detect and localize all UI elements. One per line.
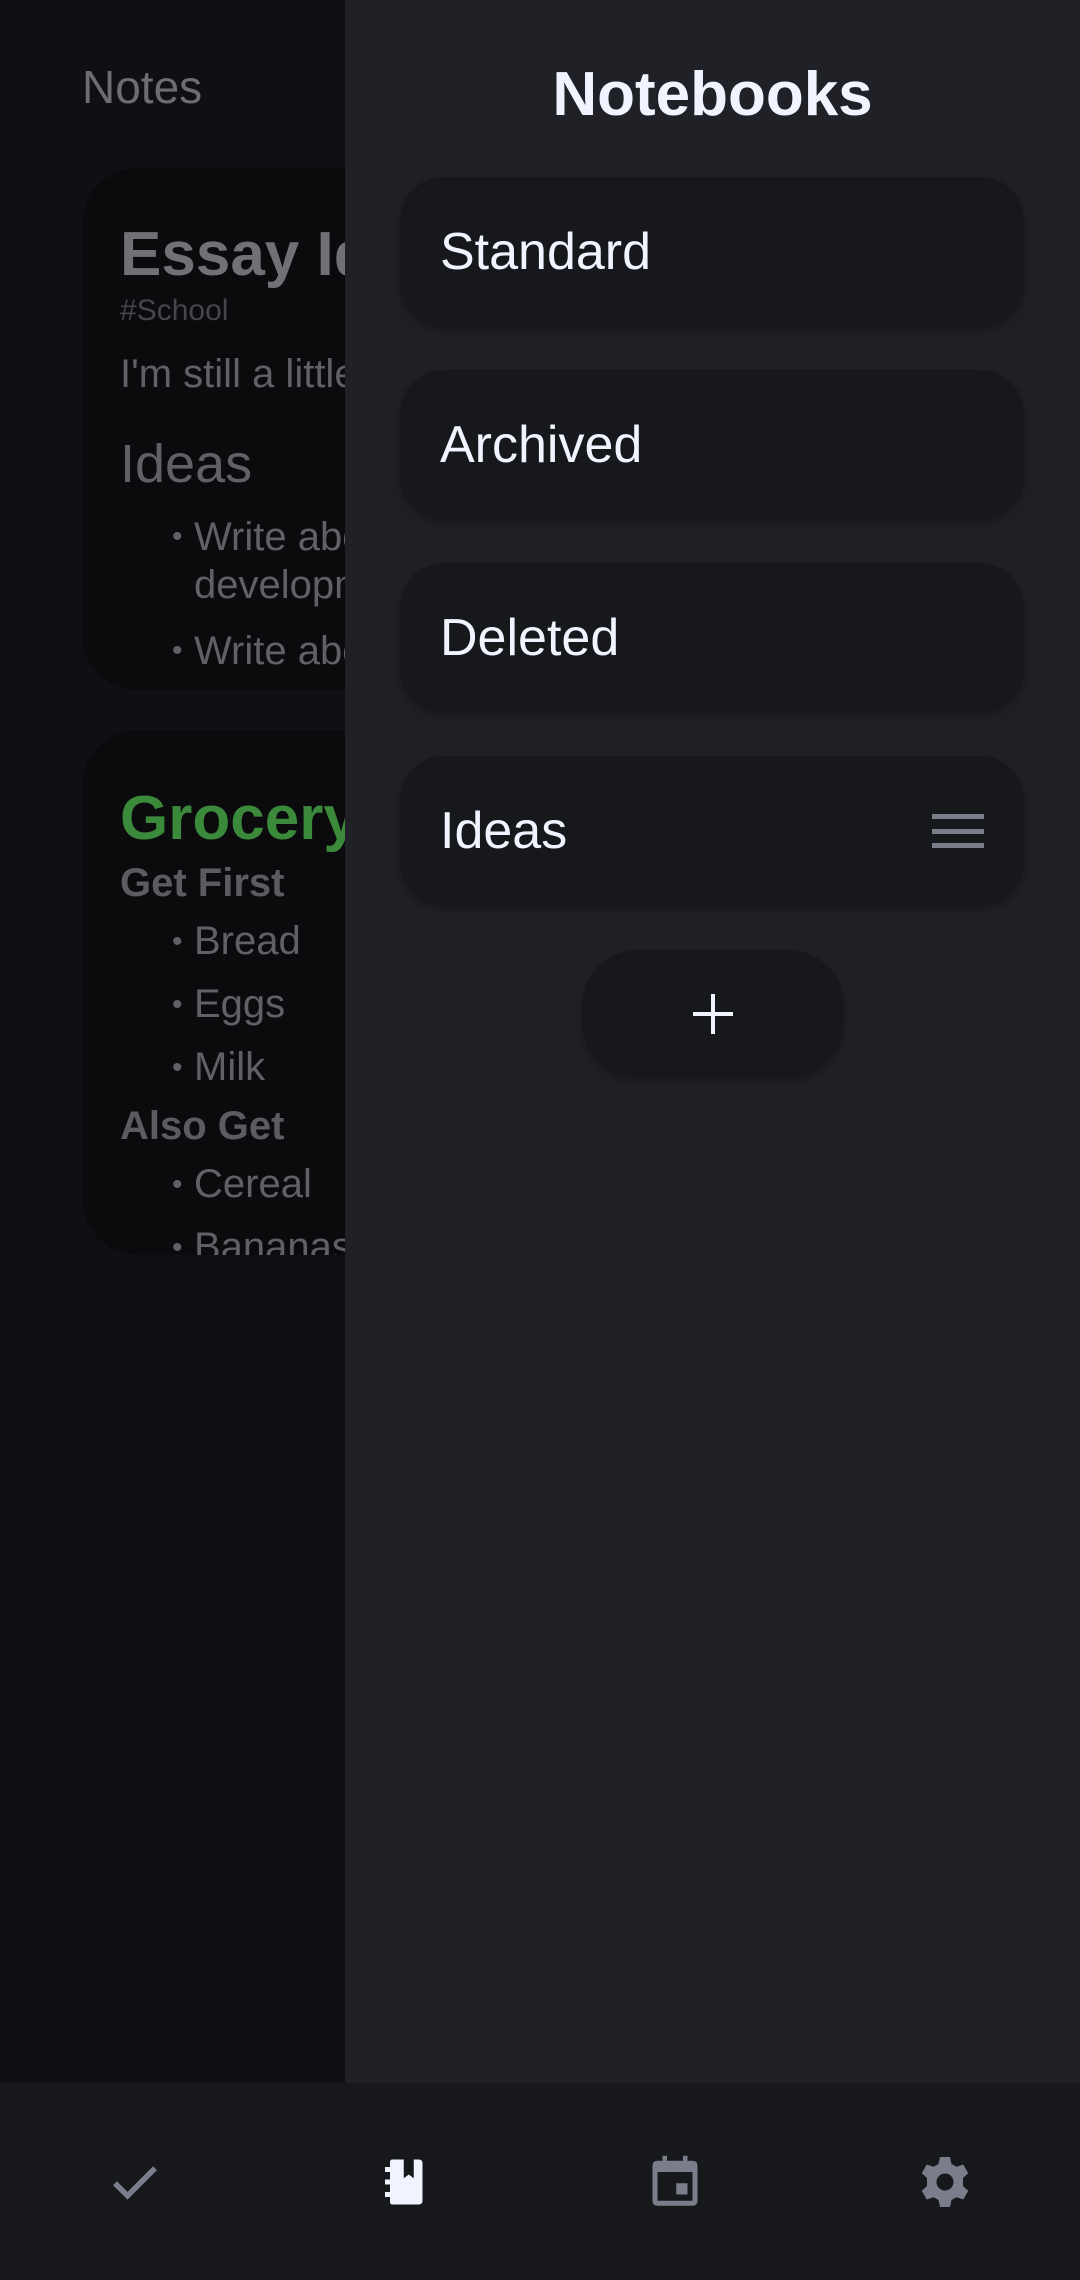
add-notebook-button[interactable] [582,950,844,1078]
nav-tasks[interactable] [0,2083,270,2280]
drawer-title: Notebooks [552,60,873,129]
notebook-item-standard[interactable]: Standard [400,177,1024,327]
calendar-icon [652,2155,698,2206]
notebook-item-archived[interactable]: Archived [400,370,1024,520]
bottom-navigation [0,2083,1080,2280]
plus-icon [693,994,733,1034]
notebook-item-ideas[interactable]: Ideas [400,756,1024,906]
drag-handle-icon[interactable] [932,814,984,848]
check-icon [113,2165,157,2200]
notebook-label: Ideas [440,802,568,860]
nav-notebooks[interactable] [270,2083,540,2280]
nav-calendar[interactable] [540,2083,810,2280]
notes-title: Notes [82,61,203,113]
notebook-label: Standard [440,223,652,281]
notebooks-drawer: Notebooks Standard Archived Deleted Idea… [345,0,1080,2083]
notebook-label: Deleted [440,609,620,667]
notebook-item-deleted[interactable]: Deleted [400,563,1024,713]
notebook-list: Standard Archived Deleted Ideas [400,177,1024,949]
gear-icon [921,2156,969,2207]
nav-settings[interactable] [810,2083,1080,2280]
notebook-icon [385,2159,423,2204]
notebook-label: Archived [440,416,643,474]
